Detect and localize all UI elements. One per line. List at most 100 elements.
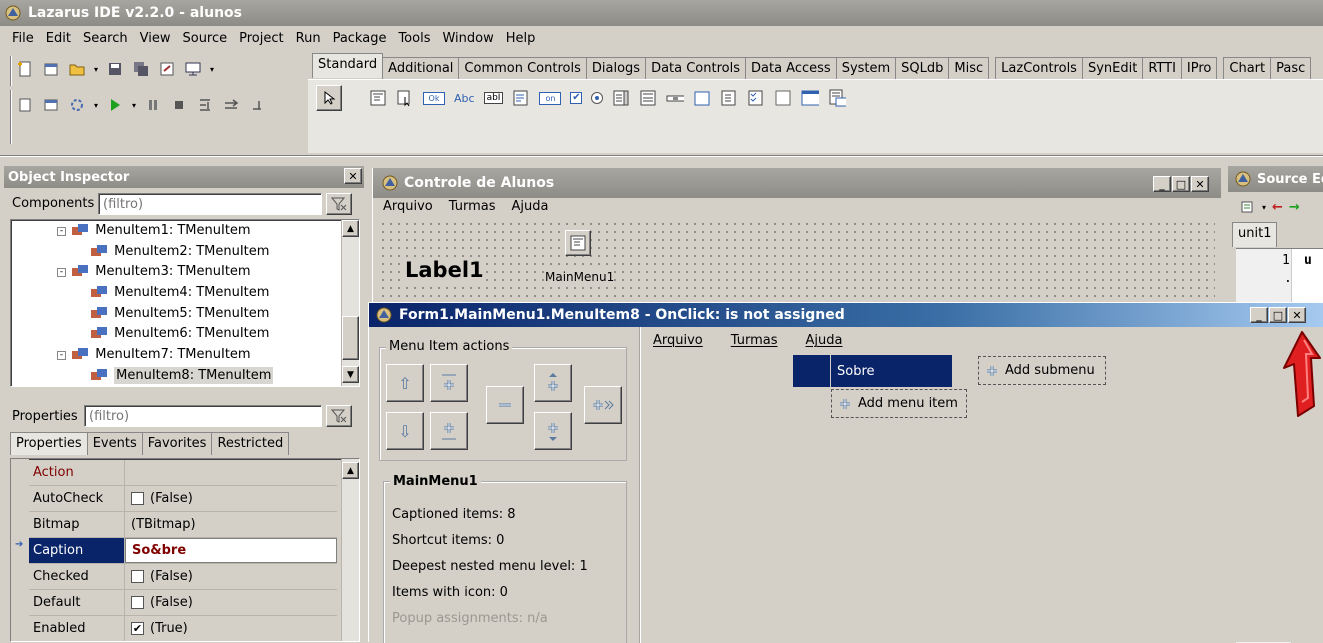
view-units-icon[interactable] [16, 96, 34, 114]
tpanel-icon[interactable] [774, 89, 792, 107]
tab-pasc[interactable]: Pasc [1270, 57, 1312, 80]
property-value[interactable]: (False) [125, 486, 337, 511]
add-submenu-button[interactable]: Add submenu [978, 356, 1106, 385]
tframe-icon[interactable] [801, 89, 820, 107]
tree-expander-icon[interactable]: - [57, 227, 66, 236]
properties-filter-input[interactable] [84, 405, 322, 427]
maximize-button[interactable]: □ [1269, 307, 1287, 323]
build-mode-icon[interactable] [68, 96, 86, 114]
open-dropdown-icon[interactable]: ▾ [94, 65, 98, 74]
tree-item[interactable]: - MenuItem3: TMenuItem [11, 262, 341, 283]
tab-synedit[interactable]: SynEdit [1081, 57, 1144, 80]
tab-lazcontrols[interactable]: LazControls [995, 57, 1083, 80]
tab-ipro[interactable]: IPro [1180, 57, 1218, 80]
component-tree[interactable]: - MenuItem1: TMenuItem MenuItem2: TMenuI… [10, 219, 360, 387]
new-unit-icon[interactable] [16, 60, 34, 78]
move-down-button[interactable]: ⇩ [386, 412, 424, 450]
property-value[interactable]: ✔ (True) [125, 616, 337, 641]
tab-common-controls[interactable]: Common Controls [458, 57, 587, 80]
add-item-below-parent-button[interactable] [534, 412, 572, 450]
forward-arrow-icon[interactable]: → [1289, 200, 1300, 215]
property-row-autocheck[interactable]: AutoCheck (False) [29, 486, 337, 512]
property-row-checked[interactable]: Checked (False) [29, 564, 337, 590]
tcheckgroup-icon[interactable] [747, 89, 765, 107]
tree-item[interactable]: - MenuItem1: TMenuItem [11, 221, 341, 242]
scroll-up-icon[interactable]: ▲ [342, 462, 359, 479]
minimize-button[interactable]: _ [1153, 176, 1171, 192]
scroll-up-icon[interactable]: ▲ [342, 220, 359, 237]
menu-search[interactable]: Search [77, 31, 134, 46]
form-menu-arquivo[interactable]: Arquivo [383, 199, 433, 214]
menu-file[interactable]: File [6, 31, 40, 46]
menu-project[interactable]: Project [233, 31, 289, 46]
menu-edit[interactable]: Edit [40, 31, 77, 46]
add-submenu-right-button[interactable] [584, 386, 622, 424]
tab-events[interactable]: Events [86, 432, 143, 455]
new-form-icon[interactable] [42, 60, 60, 78]
tmainmenu-icon[interactable] [369, 89, 387, 107]
pointer-icon[interactable] [316, 85, 342, 111]
tab-data-controls[interactable]: Data Controls [645, 57, 746, 80]
tab-dialogs[interactable]: Dialogs [585, 57, 647, 80]
tedit-icon[interactable]: abI [483, 92, 504, 104]
back-arrow-icon[interactable]: ← [1272, 200, 1283, 215]
tree-expander-icon[interactable]: - [57, 268, 66, 278]
property-row-caption[interactable]: Caption [29, 538, 337, 564]
tab-restricted[interactable]: Restricted [211, 432, 290, 455]
tpopupmenu-icon[interactable] [396, 89, 414, 107]
tactionlist-icon[interactable] [828, 89, 847, 107]
caption-value-input[interactable] [125, 538, 337, 563]
form-canvas[interactable]: Label1 MainMenu1 [379, 220, 1215, 300]
ttogglebox-icon[interactable]: on [539, 91, 562, 105]
delete-item-button[interactable] [486, 386, 524, 424]
tcheckbox-icon[interactable]: ✔ [570, 92, 583, 104]
form-menu-ajuda[interactable]: Ajuda [512, 199, 549, 214]
designer-menu-turmas[interactable]: Turmas [731, 333, 778, 348]
run-dropdown-icon[interactable]: ▾ [132, 101, 136, 110]
designer-menu-arquivo[interactable]: Arquivo [653, 333, 703, 348]
tab-properties[interactable]: Properties [10, 432, 88, 455]
property-value[interactable]: (False) [125, 564, 337, 589]
tree-item[interactable]: MenuItem5: TMenuItem [11, 304, 341, 325]
menu-view[interactable]: View [134, 31, 177, 46]
jump-dropdown-icon[interactable]: ▾ [1262, 203, 1266, 212]
property-row-default[interactable]: Default (False) [29, 590, 337, 616]
maximize-button[interactable]: □ [1172, 176, 1190, 192]
tree-item[interactable]: MenuItem2: TMenuItem [11, 242, 341, 263]
menu-window[interactable]: Window [436, 31, 499, 46]
save-icon[interactable] [106, 60, 124, 78]
tree-scrollbar[interactable]: ▲ ▼ [341, 220, 359, 386]
run-icon[interactable] [106, 96, 124, 114]
property-value[interactable] [125, 460, 337, 485]
tab-sqldb[interactable]: SQLdb [895, 57, 950, 80]
checkbox-unchecked[interactable] [131, 596, 144, 609]
pause-icon[interactable] [144, 96, 162, 114]
minimize-button[interactable]: _ [1250, 307, 1268, 323]
tree-item[interactable]: - MenuItem7: TMenuItem [11, 345, 341, 366]
move-up-button[interactable]: ⇧ [386, 364, 424, 402]
checkbox-unchecked[interactable] [131, 570, 144, 583]
tlistbox-icon[interactable] [612, 89, 630, 107]
tlabel-icon[interactable]: Abc [454, 92, 475, 105]
add-menu-item-button[interactable]: Add menu item [831, 389, 967, 418]
view-dropdown-icon[interactable]: ▾ [210, 65, 214, 74]
tab-additional[interactable]: Additional [382, 57, 460, 80]
tab-data-access[interactable]: Data Access [745, 57, 837, 80]
add-item-below-button[interactable] [430, 412, 468, 450]
jump-history-icon[interactable] [1238, 198, 1256, 216]
toggle-form-unit-icon[interactable] [158, 60, 176, 78]
add-item-above-button[interactable] [430, 364, 468, 402]
tmemo-icon[interactable] [512, 89, 530, 107]
object-inspector-close-button[interactable]: ✕ [344, 168, 362, 184]
tab-chart[interactable]: Chart [1223, 57, 1272, 80]
tscrollbar-icon[interactable] [666, 89, 685, 107]
step-into-icon[interactable] [196, 96, 214, 114]
add-item-above-parent-button[interactable] [534, 364, 572, 402]
menu-help[interactable]: Help [500, 31, 542, 46]
menu-package[interactable]: Package [327, 31, 393, 46]
tree-item-selected[interactable]: MenuItem8: TMenuItem [11, 366, 341, 386]
tradiogroup-icon[interactable] [720, 89, 738, 107]
property-scrollbar[interactable]: ▲ [341, 459, 359, 641]
close-button[interactable]: ✕ [1288, 307, 1306, 323]
label1[interactable]: Label1 [405, 258, 484, 282]
